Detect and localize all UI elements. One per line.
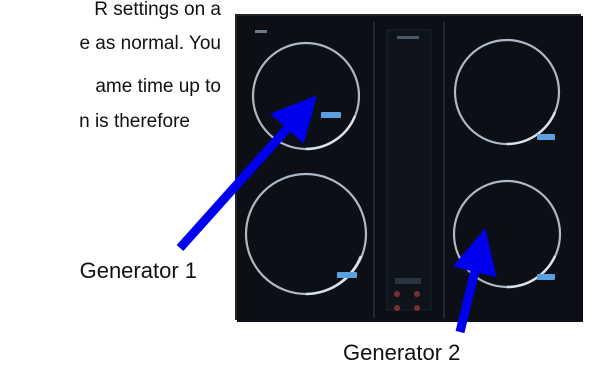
panel-graphic [237, 16, 583, 322]
generator1-label: Generator 1 [79, 258, 197, 283]
paragraph-line-3: ame time up to [95, 76, 221, 97]
paragraph-line-2: e as normal. You [79, 33, 221, 54]
generator2-label: Generator 2 [343, 340, 461, 365]
generator-panel-screenshot [235, 14, 583, 322]
paragraph-line-4: n is therefore [79, 111, 190, 132]
paragraph-line-1: R settings on a [94, 0, 221, 20]
